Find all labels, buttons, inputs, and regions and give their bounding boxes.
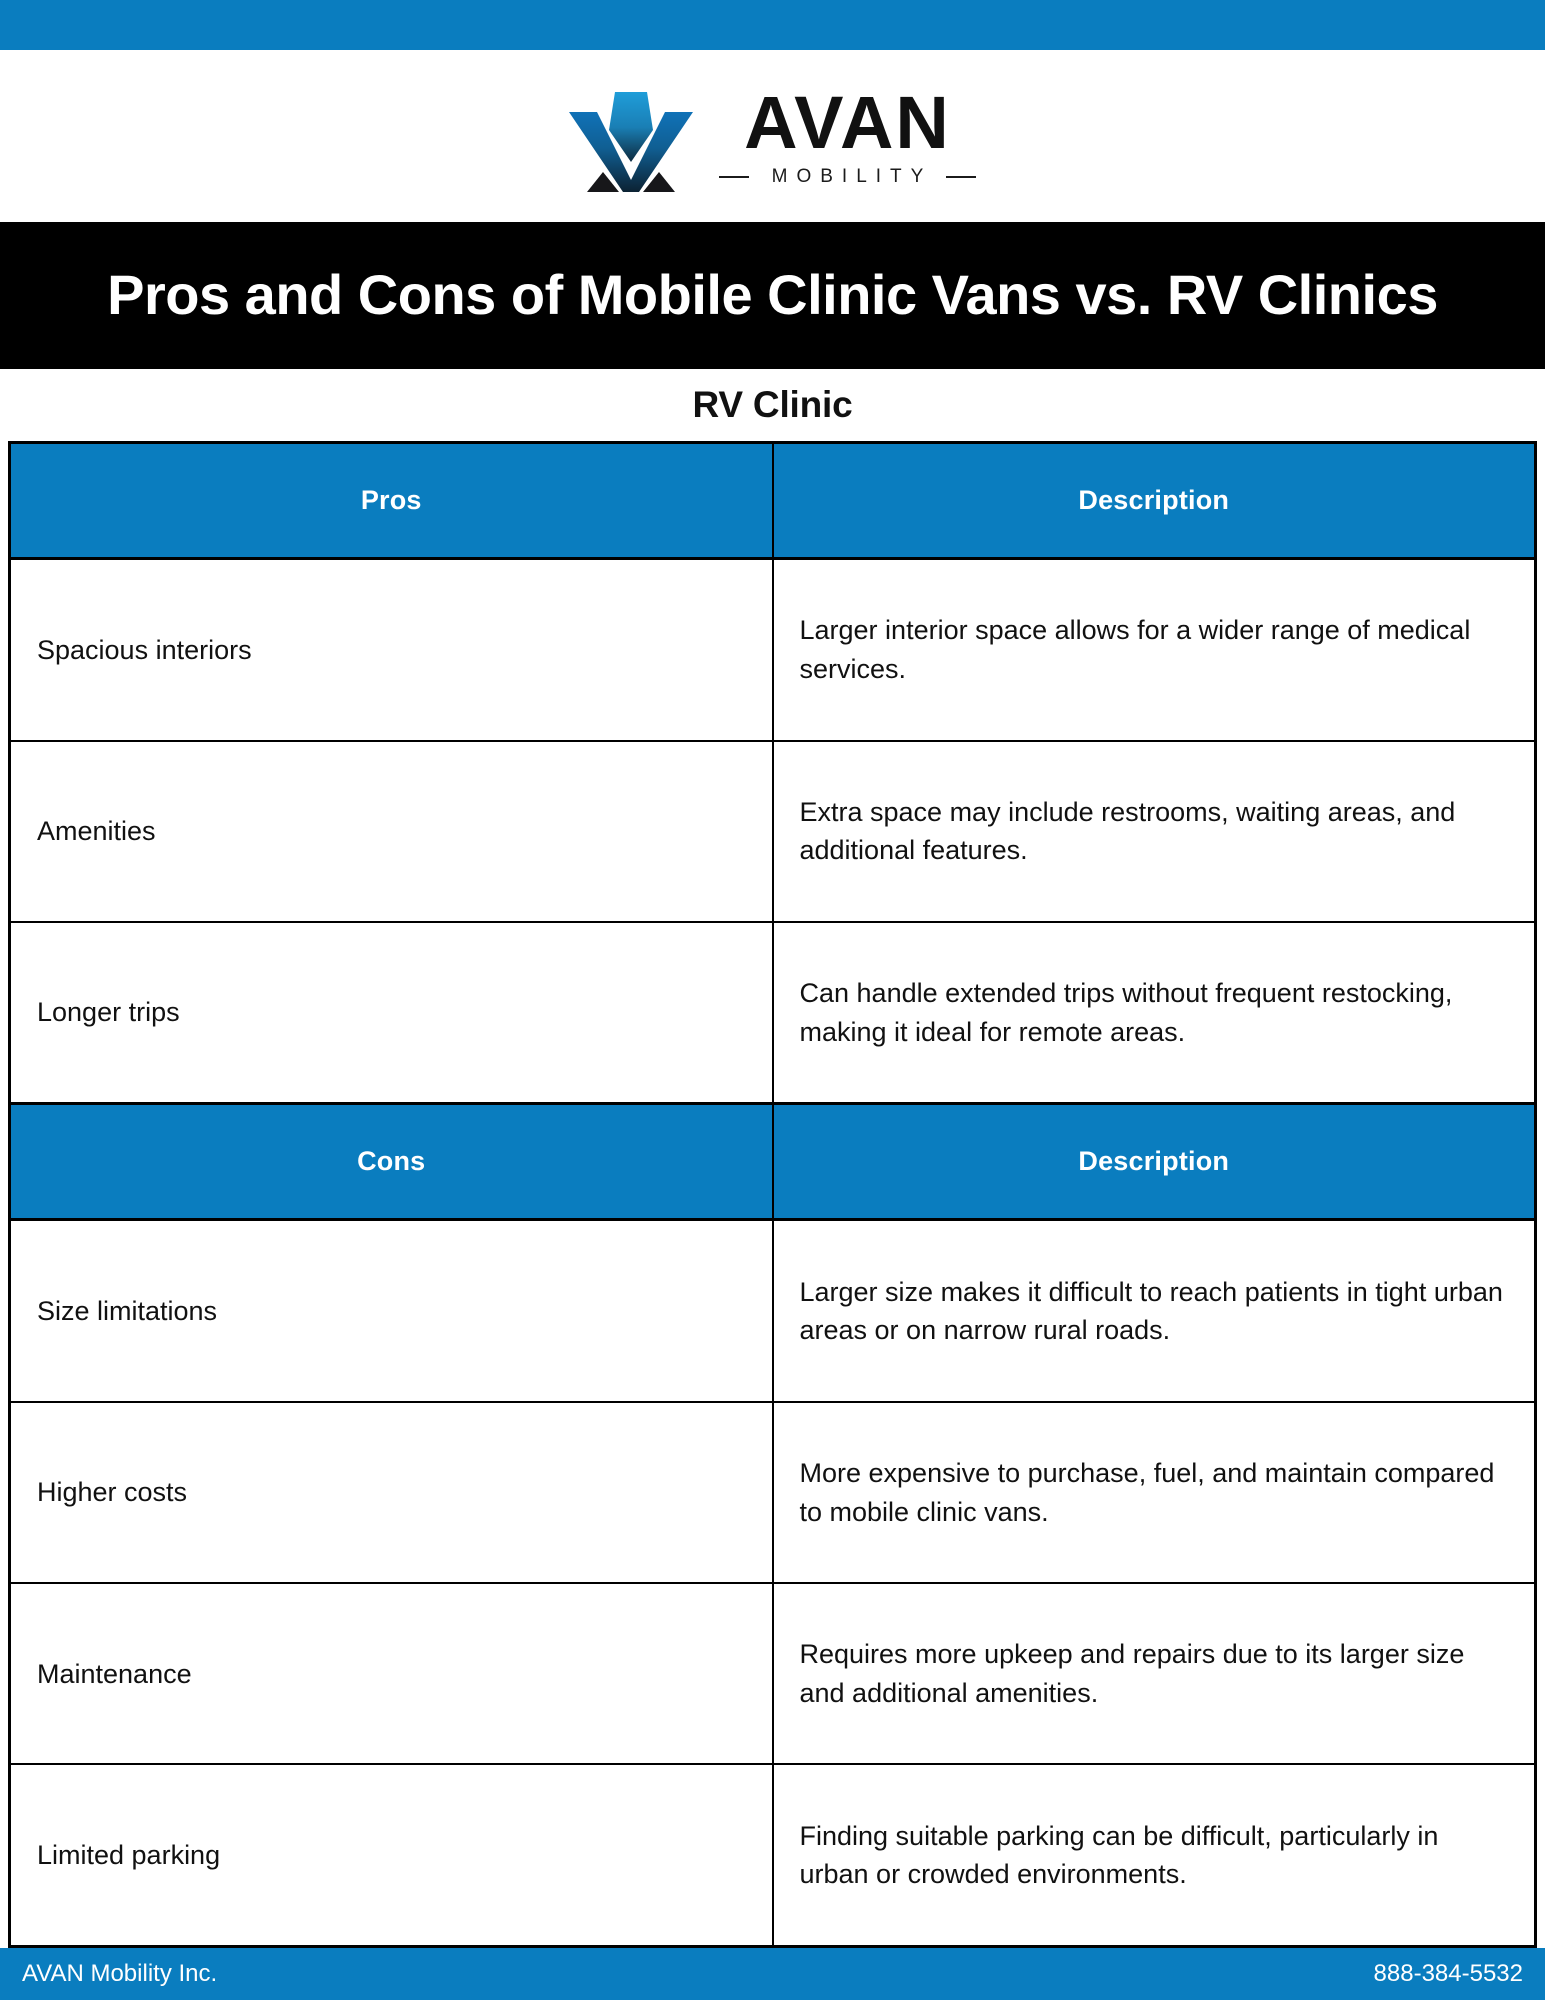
cell-description: Larger size makes it difficult to reach …	[771, 1218, 1537, 1403]
footer-company-name: AVAN Mobility Inc.	[22, 1960, 218, 1987]
cell-item: Higher costs	[8, 1400, 774, 1585]
column-header-pros: Pros	[8, 441, 774, 560]
logo-wordmark: AVAN MOBILITY	[718, 80, 977, 188]
table-header-row-cons: Cons Description	[8, 1102, 1537, 1222]
cell-item: Longer trips	[8, 920, 774, 1105]
cell-item: Size limitations	[8, 1218, 774, 1403]
cell-item: Amenities	[8, 739, 774, 923]
avan-logo: AVAN MOBILITY	[568, 80, 977, 192]
section-heading-text: RV Clinic	[692, 384, 853, 425]
logo-word: AVAN	[744, 80, 951, 164]
cell-description: Larger interior space allows for a wider…	[771, 557, 1537, 742]
cell-item: Limited parking	[8, 1763, 774, 1948]
column-header-pros-description: Description	[771, 441, 1537, 560]
logo-subtitle-row: MOBILITY	[718, 166, 977, 188]
table-row: Maintenance Requires more upkeep and rep…	[8, 1582, 1537, 1766]
footer-bar: AVAN Mobility Inc. 888-384-5532	[0, 1948, 1545, 2000]
column-header-cons-description: Description	[771, 1102, 1537, 1222]
table-header-row-pros: Pros Description	[8, 441, 1537, 560]
avan-v-chevron-logo-icon	[568, 84, 693, 192]
table-row: Amenities Extra space may include restro…	[8, 739, 1537, 923]
table-row: Longer trips Can handle extended trips w…	[8, 920, 1537, 1105]
cell-description: Requires more upkeep and repairs due to …	[771, 1582, 1537, 1766]
column-header-cons: Cons	[8, 1102, 774, 1222]
logo-subtitle: MOBILITY	[771, 166, 933, 188]
cell-item: Spacious interiors	[8, 557, 774, 742]
cell-description: Finding suitable parking can be difficul…	[771, 1763, 1537, 1948]
cell-item: Maintenance	[8, 1582, 774, 1766]
comparison-table: Pros Description Spacious interiors Larg…	[8, 441, 1537, 1948]
footer-phone-number[interactable]: 888-384-5532	[1374, 1960, 1523, 1988]
cell-description: Extra space may include restrooms, waiti…	[771, 739, 1537, 923]
table-row: Spacious interiors Larger interior space…	[8, 557, 1537, 742]
section-heading: RV Clinic	[0, 369, 1545, 441]
title-banner: Pros and Cons of Mobile Clinic Vans vs. …	[0, 222, 1545, 369]
logo-rule-right-icon	[946, 176, 977, 179]
top-accent-bar	[0, 0, 1545, 50]
logo-rule-left-icon	[718, 176, 749, 179]
table-row: Higher costs More expensive to purchase,…	[8, 1400, 1537, 1585]
cell-description: More expensive to purchase, fuel, and ma…	[771, 1400, 1537, 1585]
table-row: Size limitations Larger size makes it di…	[8, 1218, 1537, 1403]
table-row: Limited parking Finding suitable parking…	[8, 1763, 1537, 1948]
infographic-page: AVAN MOBILITY Pros and Cons of Mobile Cl…	[0, 0, 1545, 2000]
cell-description: Can handle extended trips without freque…	[771, 920, 1537, 1105]
page-title: Pros and Cons of Mobile Clinic Vans vs. …	[107, 263, 1438, 327]
logo-header: AVAN MOBILITY	[0, 50, 1545, 222]
comparison-table-wrapper: Pros Description Spacious interiors Larg…	[0, 441, 1545, 1948]
